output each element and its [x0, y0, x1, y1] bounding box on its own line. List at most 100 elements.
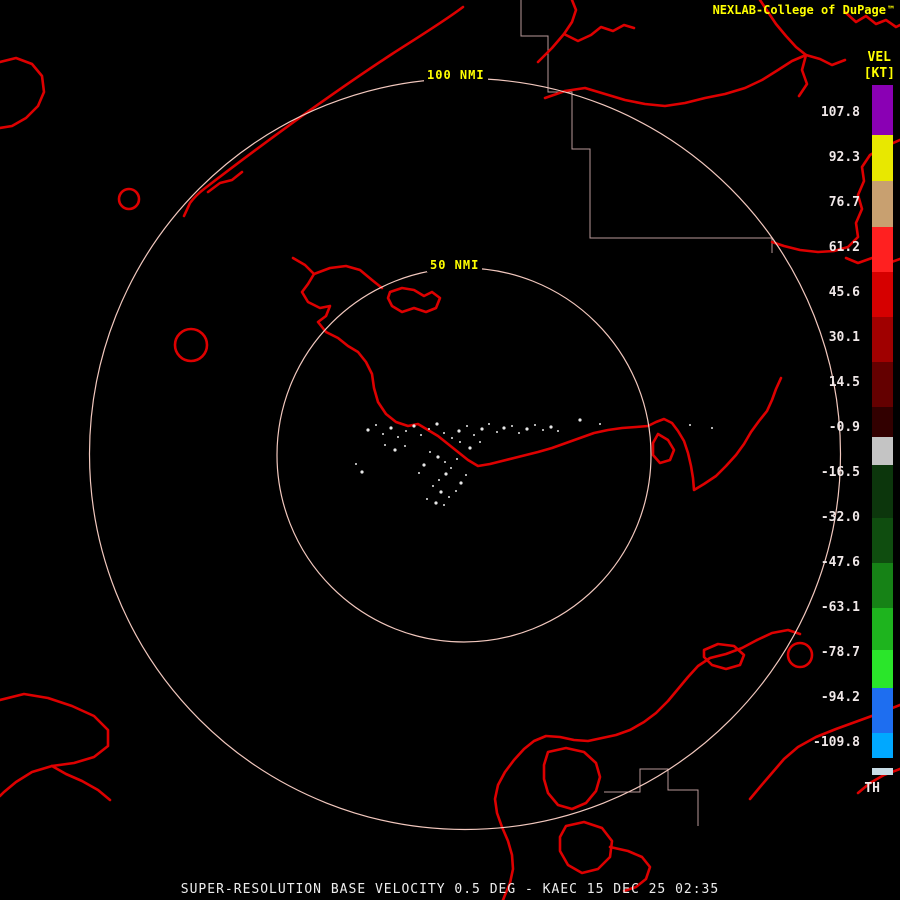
radar-map	[0, 0, 900, 900]
colorbar-segment	[872, 135, 893, 181]
echo-dot	[455, 490, 457, 492]
trademark-mark: ™	[887, 5, 894, 16]
echo-dot	[557, 430, 559, 432]
map-ne-road-6	[797, 53, 809, 98]
echo-dot	[518, 432, 520, 434]
colorbar-title: VEL	[867, 50, 891, 65]
echo-dot	[549, 425, 553, 429]
echo-dot	[578, 418, 582, 422]
map-circle-1	[117, 187, 141, 211]
echo-dot	[360, 470, 364, 474]
colorbar-segment	[872, 181, 893, 227]
echo-dot	[426, 498, 428, 500]
echo-dot	[473, 434, 475, 436]
map-se-coast-main	[493, 638, 759, 900]
colorbar-segment	[872, 650, 893, 688]
map-ne-road-1	[536, 0, 578, 64]
echo-dot	[468, 446, 472, 450]
echo-dot	[465, 474, 467, 476]
echo-dot	[444, 461, 446, 463]
echo-dot	[451, 437, 453, 439]
echo-dot	[525, 427, 529, 431]
map-se-island-1	[542, 746, 602, 811]
echo-dot	[384, 444, 386, 446]
colorbar-segment	[872, 608, 893, 650]
echo-dot	[534, 424, 536, 426]
echo-dot	[542, 429, 544, 431]
echo-dot	[450, 467, 452, 469]
map-coast-branch	[312, 264, 384, 290]
echo-dot	[404, 445, 406, 447]
map-ne-road-2	[562, 23, 636, 43]
echo-dot	[435, 422, 439, 426]
colorbar-segment	[872, 733, 893, 758]
map-nw-blob	[0, 56, 46, 130]
echo-dot	[375, 424, 377, 426]
echo-dot	[366, 428, 370, 432]
range-ring-label-50: 50 NMI	[427, 258, 483, 272]
colorbar-segment	[872, 758, 893, 768]
colorbar-units: [KT]	[863, 66, 895, 81]
map-arc-northwest	[182, 5, 465, 218]
echo-dot	[466, 425, 468, 427]
echo-dot	[448, 496, 450, 498]
echo-dot	[412, 424, 416, 428]
colorbar-segment	[872, 362, 893, 407]
echo-dot	[418, 472, 420, 474]
echo-dot	[479, 441, 481, 443]
echo-dot	[355, 463, 357, 465]
colorbar-threshold-label: TH	[864, 781, 880, 796]
map-island-loop	[651, 432, 676, 465]
colorbar-segment	[872, 85, 893, 135]
echo-dot	[443, 504, 445, 506]
echo-dot	[389, 426, 393, 430]
echo-dot	[436, 455, 440, 459]
map-outlines	[0, 0, 900, 900]
colorbar-segment	[872, 272, 893, 317]
echo-dot	[456, 458, 458, 460]
map-circle-3	[786, 641, 814, 669]
colorbar-segment	[872, 437, 893, 465]
colorbar-segment	[872, 407, 893, 437]
colorbar-segment	[872, 563, 893, 608]
map-ne-road-3	[543, 53, 847, 108]
map-lake-loop	[386, 286, 442, 314]
brand-text: NEXLAB-College of DuPage	[712, 3, 886, 17]
colorbar-segment	[872, 518, 893, 563]
echo-dot	[459, 441, 461, 443]
echo-dot	[434, 501, 438, 505]
colorbar	[872, 85, 893, 775]
echo-dot	[393, 448, 397, 452]
colorbar-segment	[872, 465, 893, 518]
product-caption: SUPER-RESOLUTION BASE VELOCITY 0.5 DEG -…	[180, 882, 720, 897]
echo-dot	[488, 423, 490, 425]
colorbar-segment	[872, 768, 893, 775]
map-sw-spur	[50, 764, 112, 802]
echo-dot	[428, 428, 430, 430]
radar-display: 100 NMI 50 NMI NEXLAB-College of DuPage ™…	[0, 0, 900, 900]
echo-dot	[438, 479, 440, 481]
echo-dot	[496, 431, 498, 433]
colorbar-segment	[872, 317, 893, 362]
echo-dot	[382, 433, 384, 435]
brand: NEXLAB-College of DuPage ™	[713, 4, 894, 17]
colorbar-segment	[872, 227, 893, 272]
range-ring-label-100: 100 NMI	[424, 68, 488, 82]
echo-dot	[457, 429, 461, 433]
echo-dot	[502, 426, 506, 430]
echo-dot	[480, 427, 484, 431]
colorbar-segment	[872, 688, 893, 733]
echo-dot	[459, 481, 463, 485]
range-ring-50nmi	[276, 267, 652, 643]
map-coastline-main	[291, 256, 783, 492]
echo-dot	[397, 436, 399, 438]
echo-dot	[599, 423, 601, 425]
map-se-blob	[702, 642, 746, 671]
echo-dot	[443, 432, 445, 434]
echo-dot	[444, 472, 448, 476]
echo-dot	[439, 490, 443, 494]
echo-dot	[422, 463, 426, 467]
echo-dot	[511, 425, 513, 427]
echo-dot	[689, 424, 691, 426]
echo-dot	[420, 434, 422, 436]
